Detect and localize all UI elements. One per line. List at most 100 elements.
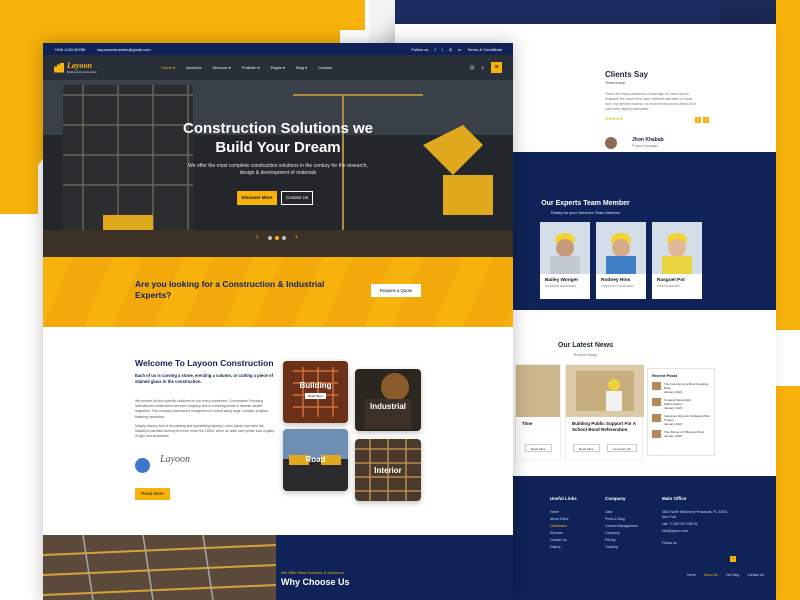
- team-card[interactable]: Bailey Wonger INTERIOR DESIGNER: [540, 222, 590, 299]
- team-photo: [652, 222, 702, 274]
- tile-read-more-button[interactable]: Read More: [305, 393, 326, 399]
- comment-button[interactable]: Comment (0): [607, 444, 637, 452]
- read-more-button[interactable]: Read More: [573, 444, 600, 452]
- menu-item-services[interactable]: Services ▾: [212, 65, 230, 70]
- recent-post-item[interactable]: The Winner of Offices at Work January 202…: [648, 428, 714, 440]
- welcome-body: We provide full and specific solutions f…: [135, 399, 277, 439]
- footer-link[interactable]: Home: [550, 510, 559, 514]
- contact-us-button[interactable]: Contact Us: [281, 191, 313, 205]
- worker-avatar-icon: [606, 233, 636, 274]
- recent-posts-title: Recent Posts: [652, 373, 678, 378]
- team-photo: [596, 222, 646, 274]
- cta-line: Experts?: [135, 290, 172, 300]
- recent-post-title: The Importance of Benchmarking Data: [664, 382, 709, 390]
- recent-post-item[interactable]: The Importance of Benchmarking Data Janua…: [648, 380, 714, 396]
- service-tile-road[interactable]: Road: [283, 429, 348, 491]
- footer-link[interactable]: Tracking: [605, 545, 618, 549]
- team-name: Rodney Hins: [601, 278, 631, 283]
- tile-label: Building: [299, 381, 332, 390]
- tile-label: Road: [305, 455, 326, 464]
- footer-main-office-title: Main Office: [662, 496, 687, 501]
- footer-link[interactable]: Jobs: [605, 510, 612, 514]
- twitter-icon[interactable]: t: [442, 47, 443, 52]
- service-tile-building[interactable]: Building Read More: [283, 361, 348, 423]
- front-page-preview: +006 1234 56789 layooconstruction@gmail.…: [43, 43, 513, 600]
- recent-post-item[interactable]: Creating Meaningful Differentiation Janua…: [648, 396, 714, 412]
- menu-item-home[interactable]: Home ▾: [161, 65, 175, 70]
- footer-link[interactable]: Gallery: [550, 545, 561, 549]
- scroll-top-icon[interactable]: ^: [730, 556, 736, 562]
- footer-link[interactable]: Services: [550, 531, 563, 535]
- email-text[interactable]: layooconstruction@gmail.com: [97, 47, 150, 52]
- next-arrow-icon[interactable]: ›: [703, 117, 709, 123]
- instagram-icon[interactable]: ◎: [449, 47, 453, 52]
- recent-posts-widget: Recent Posts The Importance of Benchmark…: [647, 368, 715, 456]
- tile-label: Interior: [374, 466, 402, 475]
- recent-post-date: January 2024: [664, 434, 683, 438]
- footer-link[interactable]: Pricing: [605, 538, 615, 542]
- welcome-title: Welcome To Layoon Construction: [135, 358, 274, 368]
- scaffold-image: [43, 534, 277, 600]
- service-tile-industrial[interactable]: Industrial: [355, 369, 421, 431]
- footer-link[interactable]: About Client: [550, 517, 568, 521]
- menu-item-about[interactable]: AboutUs: [186, 65, 201, 70]
- cart-icon[interactable]: ⊡: [470, 65, 474, 71]
- terms-link[interactable]: Terms & Conditions: [467, 47, 502, 52]
- team-role: ASSISTANT MANAGER: [601, 284, 634, 288]
- linkedin-icon[interactable]: in: [458, 47, 461, 52]
- team-role: INTERIOR DESIGNER: [545, 284, 576, 288]
- footer-link[interactable]: Certificates: [550, 524, 567, 528]
- building-image: [283, 361, 348, 423]
- client-role: Project manager: [632, 144, 658, 148]
- footer-bottom-link[interactable]: About Us: [704, 573, 718, 577]
- read-more-button[interactable]: Read More: [135, 488, 170, 500]
- slide-dot[interactable]: [282, 236, 286, 240]
- footer-email[interactable]: info@layoon.com: [662, 529, 688, 533]
- welcome-paragraph: We provide full and specific solutions f…: [135, 399, 269, 419]
- menu-item-portfolio[interactable]: Portfolio ▾: [242, 65, 260, 70]
- welcome-paragraph: Mimply dummy text of the printing and ty…: [135, 423, 275, 439]
- menu-item-blog[interactable]: Blog ▾: [296, 65, 307, 70]
- search-icon[interactable]: ⌕: [481, 65, 484, 71]
- main-nav: Layoon Build and Construction Home ▾ Abo…: [43, 55, 513, 80]
- hero-next-icon[interactable]: ›: [295, 232, 298, 241]
- hero-prev-icon[interactable]: ‹: [256, 232, 259, 241]
- discover-more-button[interactable]: Discover More: [237, 191, 277, 205]
- recent-post-date: January 2024: [664, 406, 683, 410]
- read-more-button[interactable]: Read More: [525, 444, 552, 452]
- footer-link[interactable]: Company: [605, 531, 620, 535]
- request-quote-button[interactable]: Request a Quote: [371, 284, 421, 297]
- nav-icons: ⊡ ⌕ ≡: [470, 62, 502, 73]
- footer-bottom-link[interactable]: Home: [687, 573, 696, 577]
- footer-bottom-link[interactable]: Contact Us: [747, 573, 764, 577]
- recent-post-item[interactable]: Industries Dynamic Software Work Project…: [648, 412, 714, 428]
- hero-title: Construction Solutions we Build Your Dre…: [43, 119, 513, 157]
- news-card-title: Building Public Support For A School Bon…: [572, 421, 636, 432]
- recent-post-thumb: [652, 398, 661, 406]
- follow-label: Follow us: [411, 46, 429, 52]
- menu-item-pages[interactable]: Pages ▾: [271, 65, 285, 70]
- footer-link[interactable]: Contact Us: [550, 538, 567, 542]
- recent-post-date: January 2024: [664, 422, 683, 426]
- footer-address: 4810 North McKinney Pensacola, FL 32501,…: [662, 510, 729, 519]
- hamburger-icon[interactable]: ≡: [491, 62, 502, 73]
- team-photo: [540, 222, 590, 274]
- service-tile-interior[interactable]: Interior: [355, 439, 421, 501]
- logo-tagline: Build and Construction: [67, 70, 98, 74]
- why-choose-kicker: We Offer Best Services & Solutions: [281, 570, 344, 575]
- team-card[interactable]: Rodney Hins ASSISTANT MANAGER: [596, 222, 646, 299]
- hero-title-line: Construction Solutions we: [183, 120, 373, 137]
- team-card[interactable]: Rasguel Pot SITE MANAGER: [652, 222, 702, 299]
- team-name: Bailey Wonger: [545, 278, 579, 283]
- slide-dot[interactable]: [268, 236, 272, 240]
- footer-link[interactable]: Content Management: [605, 524, 638, 528]
- facebook-icon[interactable]: f: [434, 47, 435, 52]
- signature: Layoon: [160, 454, 190, 465]
- footer-phone: call: +1 800 047 608 33: [662, 522, 698, 526]
- prev-arrow-icon[interactable]: ‹: [695, 117, 701, 123]
- logo[interactable]: Layoon Build and Construction: [54, 61, 97, 74]
- footer-link[interactable]: Press & Blog: [605, 517, 625, 521]
- menu-item-contact[interactable]: Contact: [318, 65, 332, 70]
- slide-dot[interactable]: [275, 236, 279, 240]
- footer-bottom-link[interactable]: Our Blog: [726, 573, 739, 577]
